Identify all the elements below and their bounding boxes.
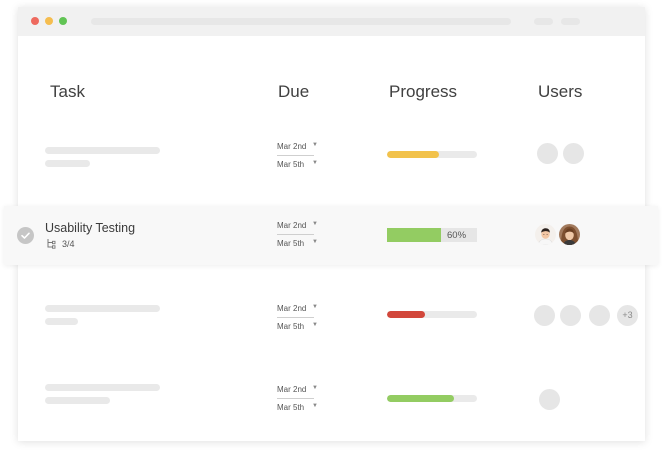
address-bar-placeholder[interactable]: [91, 18, 511, 25]
minimize-window-button[interactable]: [45, 17, 53, 25]
task-title-placeholder: [45, 305, 160, 312]
end-date-select[interactable]: Mar 5th ▼: [277, 322, 318, 331]
caret-down-icon: ▼: [312, 403, 318, 409]
avatar-placeholder[interactable]: [563, 143, 584, 164]
start-date-select[interactable]: Mar 2nd ▼: [277, 304, 318, 313]
start-date-select[interactable]: Mar 2nd ▼: [277, 142, 318, 151]
start-date: Mar 2nd: [277, 221, 307, 230]
end-date: Mar 5th: [277, 160, 305, 169]
avatar-placeholder[interactable]: [534, 305, 555, 326]
maximize-window-button[interactable]: [59, 17, 67, 25]
caret-down-icon: ▼: [312, 322, 318, 328]
start-date: Mar 2nd: [277, 385, 307, 394]
task-title-placeholder: [45, 147, 160, 154]
task-title[interactable]: Usability Testing: [45, 221, 135, 235]
end-date: Mar 5th: [277, 239, 305, 248]
column-header-users: Users: [538, 82, 583, 101]
date-divider: [277, 398, 314, 399]
progress-fill: [387, 395, 454, 402]
start-date: Mar 2nd: [277, 304, 307, 313]
progress-fill: [387, 151, 440, 158]
caret-down-icon: ▼: [312, 239, 318, 245]
task-meta-placeholder: [45, 397, 110, 404]
end-date-select[interactable]: Mar 5th ▼: [277, 160, 318, 169]
column-header-task: Task: [50, 82, 85, 101]
caret-down-icon: ▼: [312, 142, 318, 148]
date-divider: [277, 155, 314, 156]
subtask-tree-icon: [47, 239, 56, 249]
start-date-select[interactable]: Mar 2nd ▼: [277, 385, 318, 394]
avatar-placeholder[interactable]: [589, 305, 610, 326]
date-divider: [277, 234, 314, 235]
column-header-due: Due: [278, 82, 310, 101]
toolbar-button-placeholder[interactable]: [534, 18, 553, 25]
avatar-placeholder[interactable]: [560, 305, 581, 326]
start-date: Mar 2nd: [277, 142, 307, 151]
start-date-select[interactable]: Mar 2nd ▼: [277, 221, 318, 230]
end-date: Mar 5th: [277, 403, 305, 412]
caret-down-icon: ▼: [312, 385, 318, 391]
caret-down-icon: ▼: [312, 221, 318, 227]
user-avatar[interactable]: [535, 224, 556, 245]
column-header-progress: Progress: [389, 82, 458, 101]
caret-down-icon: ▼: [312, 304, 318, 310]
avatar-placeholder[interactable]: [537, 143, 558, 164]
progress-fill: [387, 311, 425, 318]
caret-down-icon: ▼: [312, 160, 318, 166]
window-titlebar: [18, 7, 645, 36]
progress-bar: 60%: [387, 228, 477, 242]
user-avatar[interactable]: [559, 224, 580, 245]
progress-fill: [387, 228, 441, 242]
progress-bar: [387, 311, 477, 318]
date-divider: [277, 317, 314, 318]
end-date: Mar 5th: [277, 322, 305, 331]
progress-bar: [387, 151, 477, 158]
task-meta-placeholder: [45, 318, 78, 325]
progress-percent: 60%: [447, 230, 467, 241]
close-window-button[interactable]: [31, 17, 39, 25]
end-date-select[interactable]: Mar 5th ▼: [277, 403, 318, 412]
task-meta-placeholder: [45, 160, 90, 167]
toolbar-button-placeholder[interactable]: [561, 18, 580, 25]
progress-bar: [387, 395, 477, 402]
end-date-select[interactable]: Mar 5th ▼: [277, 239, 318, 248]
subtask-count: 3/4: [62, 239, 75, 249]
task-title-placeholder: [45, 384, 160, 391]
check-circle-icon[interactable]: [17, 227, 34, 244]
more-users-badge[interactable]: +3: [617, 305, 638, 326]
avatar-placeholder[interactable]: [539, 389, 560, 410]
